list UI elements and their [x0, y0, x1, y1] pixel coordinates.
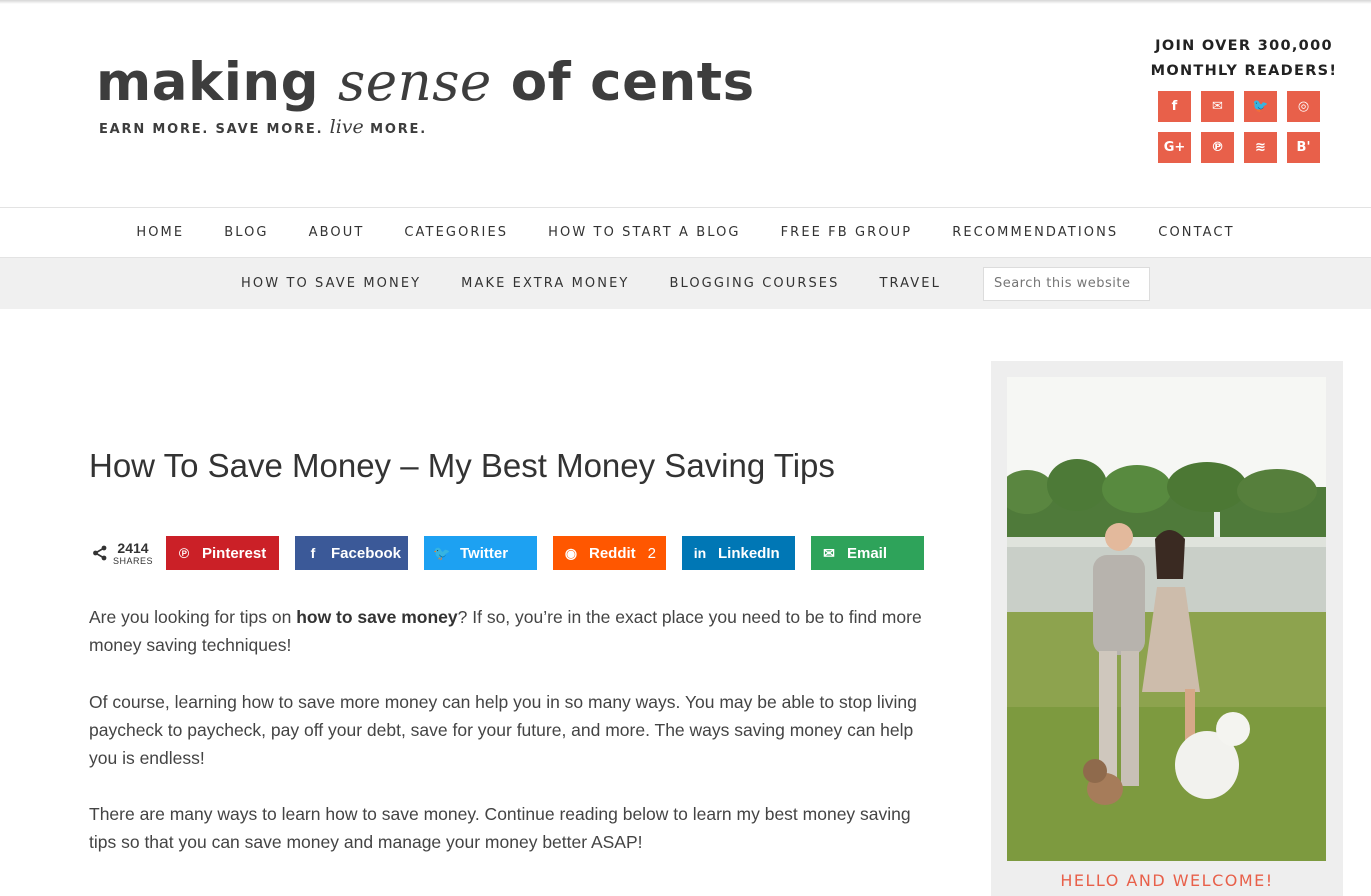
nav-item-categories[interactable]: CATEGORIES	[384, 225, 528, 240]
nav-item-blog[interactable]: BLOG	[204, 225, 288, 240]
welcome-heading: HELLO AND WELCOME!	[1060, 871, 1274, 890]
share-button-label: Reddit	[589, 544, 636, 562]
article-title: How To Save Money – My Best Money Saving…	[89, 447, 835, 484]
twitter-share-button[interactable]: 🐦 Twitter	[424, 536, 537, 570]
subnav-item-travel[interactable]: TRAVEL	[859, 276, 960, 291]
linkedin-icon: in	[693, 545, 707, 561]
site-logo[interactable]: making sense of cents EARN MORE. SAVE MO…	[96, 52, 755, 138]
nav-item-free-fb-group[interactable]: FREE FB GROUP	[761, 225, 933, 240]
share-button-label: LinkedIn	[718, 544, 780, 562]
share-label: SHARES	[113, 555, 154, 566]
bold-phrase: how to save money	[296, 607, 458, 627]
email-icon[interactable]: ✉	[1201, 91, 1234, 122]
share-button-label: Facebook	[331, 544, 402, 562]
nav-item-how-to-start-a-blog[interactable]: HOW TO START A BLOG	[528, 225, 760, 240]
pinterest-share-button[interactable]: ℗ Pinterest	[166, 536, 279, 570]
reddit-share-button[interactable]: ◉ Reddit 2	[553, 536, 666, 570]
subnav-item-how-to-save-money[interactable]: HOW TO SAVE MONEY	[221, 276, 441, 291]
share-button-label: Pinterest	[202, 544, 267, 562]
twitter-icon[interactable]: 🐦	[1244, 91, 1277, 122]
pinterest-icon[interactable]: ℗	[1201, 132, 1234, 163]
share-total: 2414	[117, 539, 149, 556]
facebook-share-button[interactable]: f Facebook	[295, 536, 408, 570]
article-paragraph-3: There are many ways to learn how to save…	[89, 804, 911, 852]
nav-item-about[interactable]: ABOUT	[289, 225, 385, 240]
share-count: 2414 SHARES	[91, 536, 153, 570]
top-shadow	[0, 0, 1371, 4]
article-paragraph-2: Of course, learning how to save more mon…	[89, 692, 917, 768]
share-button-count: 2	[647, 544, 657, 562]
share-icon	[93, 545, 107, 561]
bloglovin-icon[interactable]: B'	[1287, 132, 1320, 163]
share-button-label: Email	[847, 544, 888, 562]
article-paragraph-1: Are you looking for tips on how to save …	[89, 607, 922, 655]
rss-icon[interactable]: ≋	[1244, 132, 1277, 163]
google-plus-icon[interactable]: G+	[1158, 132, 1191, 163]
subnav-item-make-extra-money[interactable]: MAKE EXTRA MONEY	[441, 276, 649, 291]
linkedin-share-button[interactable]: in LinkedIn	[682, 536, 795, 570]
share-button-label: Twitter	[460, 544, 509, 562]
instagram-icon[interactable]: ◎	[1287, 91, 1320, 122]
search-input[interactable]	[982, 266, 1150, 301]
subnav-item-blogging-courses[interactable]: BLOGGING COURSES	[649, 276, 859, 291]
email-share-button[interactable]: ✉ Email	[811, 536, 924, 570]
email-icon: ✉	[823, 544, 835, 561]
join-readers-text: JOIN OVER 300,000 MONTHLY READERS!	[1150, 38, 1338, 79]
nav-item-recommendations[interactable]: RECOMMENDATIONS	[932, 225, 1138, 240]
facebook-icon: f	[310, 545, 316, 561]
social-icons: f ✉ 🐦 ◎ G+ ℗ ≋ B'	[1158, 91, 1322, 163]
secondary-nav: HOW TO SAVE MONEY MAKE EXTRA MONEY BLOGGIN…	[0, 258, 1371, 309]
sidebar-welcome: HELLO AND WELCOME!	[991, 361, 1343, 896]
twitter-icon: 🐦	[433, 544, 451, 561]
pinterest-icon: ℗	[178, 545, 190, 561]
logo-text: making sense of cents	[96, 52, 755, 113]
reddit-icon: ◉	[564, 544, 578, 561]
nav-item-contact[interactable]: CONTACT	[1138, 225, 1254, 240]
primary-nav: HOME BLOG ABOUT CATEGORIES HOW TO START A BL…	[0, 207, 1371, 258]
author-photo	[1007, 377, 1326, 861]
site-tagline: EARN MORE. SAVE MORE. live MORE.	[99, 116, 427, 138]
facebook-icon[interactable]: f	[1158, 91, 1191, 122]
nav-item-home[interactable]: HOME	[116, 225, 204, 240]
